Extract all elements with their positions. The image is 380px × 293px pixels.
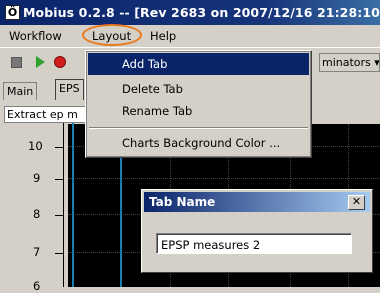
trace-line — [72, 123, 74, 287]
window-title-bar[interactable]: Ö Mobius 0.2.8 -- [Rev 2683 on 2007/12/1… — [0, 0, 380, 25]
window-title: Mobius 0.2.8 -- [Rev 2683 on 2007/12/16 … — [23, 5, 380, 20]
menu-bar: Workflow Layout Help — [0, 25, 380, 47]
tab-epsp[interactable]: EPS — [55, 79, 84, 100]
dialog-title: Tab Name — [149, 195, 216, 209]
y-tick — [55, 215, 64, 216]
menu-item-charts-background-color[interactable]: Charts Background Color ... — [88, 132, 309, 154]
menu-item-add-tab[interactable]: Add Tab — [88, 53, 309, 75]
y-tick-label: 7 — [33, 245, 41, 259]
discriminators-dropdown[interactable]: minators ▾ — [319, 53, 380, 72]
y-tick-label: 10 — [28, 139, 43, 153]
y-tick — [55, 253, 64, 254]
y-tick-label: 8 — [33, 207, 41, 221]
play-icon[interactable] — [36, 56, 45, 68]
menu-item-rename-tab[interactable]: Rename Tab — [88, 100, 309, 122]
y-tick — [55, 179, 64, 180]
app-icon: Ö — [5, 5, 20, 20]
menu-item-label: Rename Tab — [122, 104, 193, 118]
grid-line — [68, 178, 380, 179]
tab-main[interactable]: Main — [3, 82, 38, 100]
menu-separator — [89, 127, 308, 129]
layout-annotation-circle — [82, 24, 142, 46]
record-icon[interactable] — [54, 56, 66, 68]
layout-menu: Add Tab Delete Tab Rename Tab Charts Bac… — [85, 50, 312, 158]
y-tick-label: 9 — [33, 171, 41, 185]
y-tick-label: 6 — [33, 279, 41, 293]
dialog-title-bar[interactable]: Tab Name ✕ — [144, 192, 370, 212]
y-tick — [55, 147, 64, 148]
menu-item-label: Add Tab — [122, 57, 168, 71]
menu-help[interactable]: Help — [150, 29, 176, 43]
tab-name-dialog: Tab Name ✕ — [141, 189, 373, 273]
menu-item-delete-tab[interactable]: Delete Tab — [88, 78, 309, 100]
panel-header: Extract ep m — [4, 106, 88, 123]
close-icon[interactable]: ✕ — [348, 195, 365, 210]
menu-item-label: Charts Background Color ... — [122, 136, 281, 150]
menu-workflow[interactable]: Workflow — [9, 29, 62, 43]
tab-name-input[interactable] — [156, 233, 352, 254]
stop-icon[interactable] — [11, 57, 22, 68]
menu-item-label: Delete Tab — [122, 82, 183, 96]
